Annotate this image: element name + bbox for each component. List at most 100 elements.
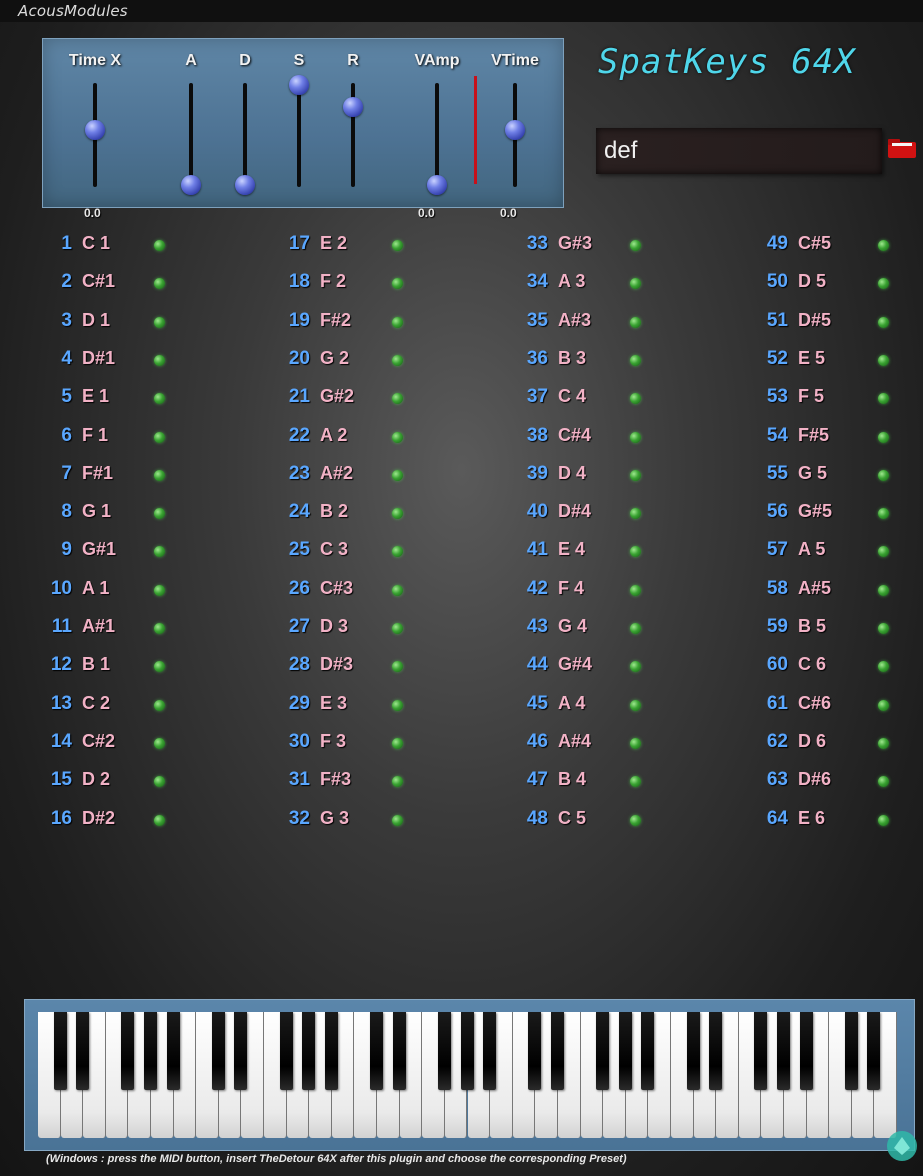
black-key[interactable] <box>279 1012 293 1090</box>
led-toggle-icon[interactable] <box>630 699 641 711</box>
led-toggle-icon[interactable] <box>392 814 403 826</box>
led-toggle-icon[interactable] <box>630 776 641 788</box>
black-key[interactable] <box>392 1012 406 1090</box>
black-key[interactable] <box>799 1012 813 1090</box>
black-key[interactable] <box>483 1012 497 1090</box>
led-toggle-icon[interactable] <box>392 699 403 711</box>
led-toggle-icon[interactable] <box>878 661 889 673</box>
black-key[interactable] <box>754 1012 768 1090</box>
led-toggle-icon[interactable] <box>630 584 641 596</box>
led-toggle-icon[interactable] <box>154 623 165 634</box>
led-toggle-icon[interactable] <box>878 737 889 749</box>
led-toggle-icon[interactable] <box>154 278 165 290</box>
led-toggle-icon[interactable] <box>154 354 165 366</box>
black-key[interactable] <box>550 1012 564 1090</box>
led-toggle-icon[interactable] <box>392 240 403 251</box>
black-key[interactable] <box>370 1012 384 1090</box>
led-toggle-icon[interactable] <box>878 584 889 596</box>
led-toggle-icon[interactable] <box>630 661 641 673</box>
led-toggle-icon[interactable] <box>878 240 889 251</box>
led-toggle-icon[interactable] <box>154 393 165 405</box>
black-key[interactable] <box>302 1012 316 1090</box>
led-toggle-icon[interactable] <box>392 278 403 290</box>
slider-knob[interactable] <box>427 175 447 195</box>
led-toggle-icon[interactable] <box>630 316 641 328</box>
black-key[interactable] <box>211 1012 225 1090</box>
led-toggle-icon[interactable] <box>154 699 165 711</box>
black-key[interactable] <box>166 1012 180 1090</box>
led-toggle-icon[interactable] <box>630 393 641 405</box>
preset-display[interactable]: def <box>596 128 882 174</box>
black-key[interactable] <box>234 1012 248 1090</box>
led-toggle-icon[interactable] <box>154 814 165 826</box>
led-toggle-icon[interactable] <box>392 623 403 634</box>
black-key[interactable] <box>76 1012 90 1090</box>
slider-knob[interactable] <box>505 120 525 140</box>
black-key[interactable] <box>686 1012 700 1090</box>
led-toggle-icon[interactable] <box>878 469 889 481</box>
piano-keyboard[interactable] <box>38 1012 897 1140</box>
led-toggle-icon[interactable] <box>392 584 403 596</box>
black-key[interactable] <box>324 1012 338 1090</box>
led-toggle-icon[interactable] <box>154 661 165 673</box>
slider-track[interactable] <box>435 83 439 187</box>
slider-track[interactable] <box>243 83 247 187</box>
slider-d[interactable]: D <box>215 39 275 207</box>
black-key[interactable] <box>641 1012 655 1090</box>
led-toggle-icon[interactable] <box>392 508 403 520</box>
led-toggle-icon[interactable] <box>392 776 403 788</box>
black-key[interactable] <box>437 1012 451 1090</box>
led-toggle-icon[interactable] <box>878 393 889 405</box>
led-toggle-icon[interactable] <box>630 508 641 520</box>
led-toggle-icon[interactable] <box>154 431 165 443</box>
led-toggle-icon[interactable] <box>392 393 403 405</box>
black-key[interactable] <box>53 1012 67 1090</box>
slider-s[interactable]: S <box>269 39 329 207</box>
led-toggle-icon[interactable] <box>154 316 165 328</box>
folder-icon[interactable] <box>886 136 918 160</box>
led-toggle-icon[interactable] <box>392 469 403 481</box>
led-toggle-icon[interactable] <box>878 431 889 443</box>
led-toggle-icon[interactable] <box>392 737 403 749</box>
led-toggle-icon[interactable] <box>630 431 641 443</box>
led-toggle-icon[interactable] <box>630 623 641 634</box>
led-toggle-icon[interactable] <box>392 431 403 443</box>
slider-knob[interactable] <box>289 75 309 95</box>
slider-knob[interactable] <box>181 175 201 195</box>
led-toggle-icon[interactable] <box>878 278 889 290</box>
led-toggle-icon[interactable] <box>154 776 165 788</box>
led-toggle-icon[interactable] <box>630 278 641 290</box>
led-toggle-icon[interactable] <box>630 240 641 251</box>
black-key[interactable] <box>528 1012 542 1090</box>
led-toggle-icon[interactable] <box>154 508 165 520</box>
slider-knob[interactable] <box>343 97 363 117</box>
led-toggle-icon[interactable] <box>154 546 165 558</box>
slider-vamp[interactable]: VAmp <box>407 39 467 207</box>
led-toggle-icon[interactable] <box>154 584 165 596</box>
led-toggle-icon[interactable] <box>878 354 889 366</box>
black-key[interactable] <box>460 1012 474 1090</box>
led-toggle-icon[interactable] <box>392 661 403 673</box>
led-toggle-icon[interactable] <box>392 354 403 366</box>
led-toggle-icon[interactable] <box>630 814 641 826</box>
black-key[interactable] <box>144 1012 158 1090</box>
black-key[interactable] <box>709 1012 723 1090</box>
black-key[interactable] <box>844 1012 858 1090</box>
led-toggle-icon[interactable] <box>630 469 641 481</box>
led-toggle-icon[interactable] <box>878 316 889 328</box>
led-toggle-icon[interactable] <box>630 737 641 749</box>
led-toggle-icon[interactable] <box>630 354 641 366</box>
led-toggle-icon[interactable] <box>878 623 889 634</box>
black-key[interactable] <box>121 1012 135 1090</box>
led-toggle-icon[interactable] <box>154 737 165 749</box>
led-toggle-icon[interactable] <box>878 814 889 826</box>
led-toggle-icon[interactable] <box>878 546 889 558</box>
black-key[interactable] <box>618 1012 632 1090</box>
slider-vtime[interactable]: VTime <box>485 39 545 207</box>
slider-track[interactable] <box>189 83 193 187</box>
led-toggle-icon[interactable] <box>154 469 165 481</box>
led-toggle-icon[interactable] <box>154 240 165 251</box>
slider-knob[interactable] <box>85 120 105 140</box>
slider-knob[interactable] <box>235 175 255 195</box>
black-key[interactable] <box>867 1012 881 1090</box>
